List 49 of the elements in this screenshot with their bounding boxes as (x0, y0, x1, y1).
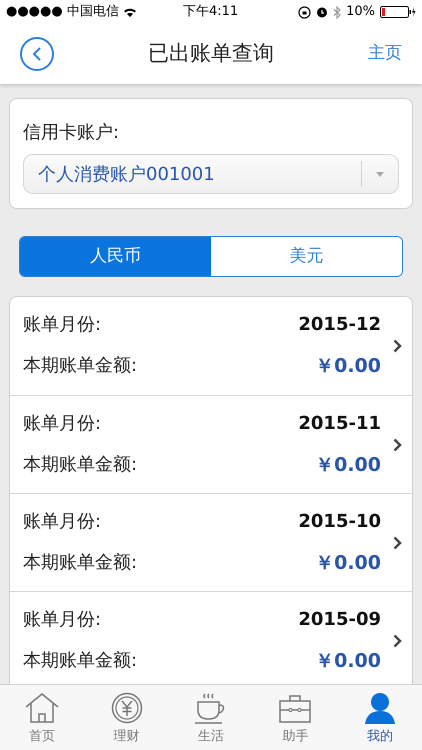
bill-row[interactable]: 账单月份: 2015-11 本期账单金额: ￥0.00 (10, 395, 412, 493)
currency-tab[interactable]: 人民币 (20, 237, 211, 276)
back-button[interactable] (20, 37, 54, 71)
bill-amount: ￥0.00 (315, 550, 381, 576)
tab-bar-item[interactable]: 生活 (168, 685, 254, 750)
amount-label: 本期账单金额: (23, 452, 138, 477)
bill-row[interactable]: 账单月份: 2015-12 本期账单金额: ￥0.00 (10, 297, 412, 395)
bill-month: 2015-10 (298, 510, 381, 534)
month-label: 账单月份: (23, 608, 102, 632)
bill-month: 2015-09 (298, 608, 381, 632)
month-label: 账单月份: (23, 412, 102, 436)
chevron-icon (393, 438, 402, 452)
currency-tab[interactable]: 美元 (211, 237, 402, 276)
amount-label: 本期账单金额: (23, 648, 138, 673)
tab-bar-item[interactable]: 理财 (84, 685, 169, 750)
bill-month: 2015-11 (298, 412, 381, 436)
yuan-coin-icon (110, 692, 143, 724)
bill-amount: ￥0.00 (315, 354, 381, 380)
bill-row[interactable]: 账单月份: 2015-10 本期账单金额: ￥0.00 (10, 493, 412, 591)
alarm-icon (316, 6, 328, 18)
account-label: 信用卡账户: (23, 121, 120, 145)
account-dropdown[interactable]: 个人消费账户001001 (23, 154, 399, 194)
chevron-icon (393, 339, 402, 353)
amount-label: 本期账单金额: (23, 354, 138, 378)
page-title: 已出账单查询 (147, 40, 275, 68)
battery-text: 10% (346, 3, 375, 22)
chevron-icon (393, 634, 402, 648)
tab-bar-item[interactable]: 助手 (253, 685, 338, 750)
amount-label: 本期账单金额: (23, 550, 138, 575)
month-label: 账单月份: (23, 313, 102, 338)
chevron-icon (393, 536, 402, 550)
wifi-icon (122, 6, 137, 18)
clock-text: 下午4:11 (183, 3, 238, 22)
month-label: 账单月份: (23, 510, 102, 534)
briefcase-icon (278, 694, 312, 724)
tab-bar-item[interactable]: 我的 (338, 685, 422, 750)
home-link[interactable]: 主页 (368, 41, 402, 67)
carrier-text: ●●●●● 中国电信 (6, 3, 119, 22)
bluetooth-icon (333, 6, 342, 18)
bill-amount: ￥0.00 (315, 648, 381, 674)
house-icon (24, 692, 60, 724)
battery-icon (380, 6, 416, 18)
bill-amount: ￥0.00 (315, 452, 381, 478)
bill-month: 2015-12 (298, 313, 381, 338)
caret-icon (376, 172, 384, 176)
back-icon (32, 46, 42, 62)
lock-rotation-icon (298, 6, 312, 18)
tab-bar-item[interactable]: 首页 (0, 685, 84, 750)
person-icon (364, 692, 395, 724)
